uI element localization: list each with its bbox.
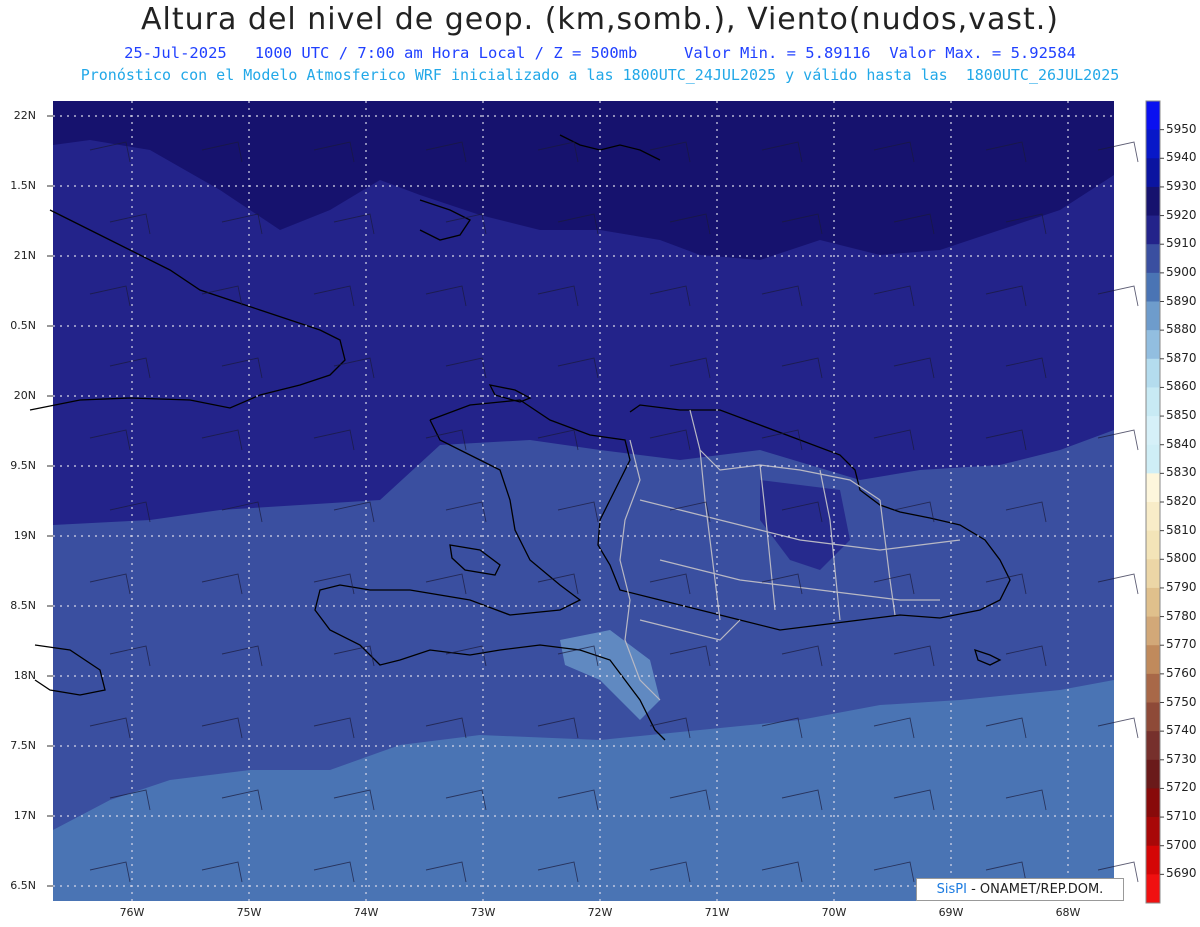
colorbar-swatch [1146,874,1160,904]
colorbar-swatch [1146,129,1160,159]
colorbar-swatch [1146,158,1160,188]
colorbar-label: 5730 [1166,751,1197,766]
colorbar-swatch [1146,759,1160,789]
colorbar-label: 5890 [1166,293,1197,308]
axis-ticks [47,115,53,887]
lat-label-21-5n: 1.5N [10,179,36,192]
colorbar-label: 5820 [1166,494,1197,508]
colorbar-label: 5840 [1166,436,1197,451]
colorbar-swatch [1146,186,1160,217]
credit-box: SisPI - ONAMET/REP.DOM. [916,878,1124,901]
lat-label-19n: 19N [13,529,36,542]
forecast-map [29,100,1164,904]
colorbar-swatch [1146,731,1160,761]
colorbar-swatch [1146,358,1160,388]
lon-label-74w: 74W [353,906,379,919]
colorbar-swatch [1146,673,1160,703]
lon-label-72w: 72W [587,906,613,919]
colorbar-label: 5930 [1166,178,1197,193]
colorbar-swatch [1146,301,1160,331]
lat-label-20-5n: 0.5N [10,319,36,332]
colorbar-swatch [1146,845,1160,875]
colorbar [1145,100,1164,904]
colorbar-swatch [1146,473,1160,503]
colorbar-label: 5690 [1166,866,1197,881]
lat-label-19-5n: 9.5N [10,459,36,472]
colorbar-label: 5870 [1166,350,1197,365]
colorbar-label: 5860 [1166,379,1197,394]
lat-label-20n: 20N [13,389,36,402]
lon-label-76w: 76W [119,906,145,919]
colorbar-label: 5740 [1166,723,1197,738]
colorbar-swatch [1146,502,1160,532]
lat-label-21n: 21N [13,249,36,262]
colorbar-label: 5950 [1166,121,1197,136]
credit-text: - ONAMET/REP.DOM. [971,882,1104,897]
colorbar-swatch [1146,444,1160,474]
colorbar-swatch [1146,817,1160,847]
credit-brand: SisPI [936,882,967,897]
lat-label-18-5n: 8.5N [10,599,36,612]
geopotential-shading [53,101,1114,901]
colorbar-label: 5720 [1166,780,1197,795]
colorbar-label: 5700 [1166,837,1197,852]
colorbar-swatch [1146,244,1160,274]
colorbar-swatch [1146,587,1160,618]
lat-label-18n: 18N [13,669,36,682]
colorbar-label: 5830 [1166,465,1197,480]
colorbar-swatch [1146,559,1160,589]
lon-label-71w: 71W [704,906,730,919]
lat-label-17-5n: 7.5N [10,739,36,752]
colorbar-swatch [1146,788,1160,818]
colorbar-swatch [1146,530,1160,560]
lon-label-69w: 69W [938,906,964,919]
colorbar-label: 5780 [1166,608,1197,623]
colorbar-label: 5750 [1166,694,1197,709]
colorbar-label: 5770 [1166,637,1197,652]
lon-label-75w: 75W [236,906,262,919]
colorbar-label: 5940 [1166,150,1197,165]
colorbar-label: 5810 [1166,522,1197,537]
colorbar-swatch [1146,330,1160,360]
lat-label-16-5n: 6.5N [10,879,36,892]
colorbar-label: 5910 [1166,236,1197,251]
colorbar-label: 5880 [1166,322,1197,337]
colorbar-label: 5920 [1166,207,1197,222]
colorbar-swatch [1146,702,1160,732]
lon-label-70w: 70W [821,906,847,919]
lon-label-73w: 73W [470,906,496,919]
lat-label-22n: 22N [13,109,36,122]
lat-label-17n: 17N [13,809,36,822]
colorbar-label: 5710 [1166,809,1197,824]
colorbar-swatch [1146,101,1160,131]
colorbar-label: 5850 [1166,408,1197,423]
colorbar-label: 5800 [1166,551,1197,566]
colorbar-label: 5760 [1166,665,1197,680]
colorbar-swatch [1146,416,1160,446]
colorbar-label: 5900 [1166,264,1197,279]
colorbar-swatch [1146,215,1160,245]
lon-label-68w: 68W [1055,906,1081,919]
colorbar-swatch [1146,387,1160,417]
colorbar-label: 5790 [1166,579,1197,594]
colorbar-swatch [1146,272,1160,302]
colorbar-swatch [1146,645,1160,675]
colorbar-swatch [1146,616,1160,646]
